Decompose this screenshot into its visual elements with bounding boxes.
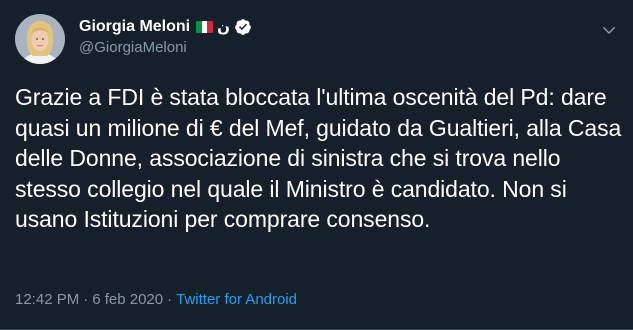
meta-separator: · [167, 291, 173, 308]
author-handle[interactable]: @GiorgiaMeloni [79, 39, 593, 56]
meta-separator: · [83, 291, 89, 308]
name-row: Giorgia Meloni ن [79, 16, 593, 38]
italy-flag-icon [196, 21, 214, 33]
tweet-header: Giorgia Meloni ن @GiorgiaMeloni [79, 16, 593, 56]
tweet-card: Giorgia Meloni ن @GiorgiaMeloni Grazie a… [0, 0, 633, 330]
avatar-image [15, 14, 65, 64]
tweet-metadata: 12:42 PM · 6 feb 2020 · Twitter for Andr… [15, 291, 297, 308]
tweet-text: Grazie a FDI è stata bloccata l'ultima o… [15, 84, 622, 232]
tweet-menu-button[interactable] [597, 18, 621, 42]
author-emoji-text: ن [217, 18, 230, 36]
tweet-time[interactable]: 12:42 PM [15, 291, 79, 308]
verified-badge-icon [235, 19, 251, 35]
avatar[interactable] [15, 14, 65, 64]
chevron-down-icon [603, 27, 615, 34]
tweet-source-link[interactable]: Twitter for Android [176, 291, 297, 308]
author-display-name[interactable]: Giorgia Meloni [79, 18, 190, 36]
tweet-date[interactable]: 6 feb 2020 [92, 291, 163, 308]
